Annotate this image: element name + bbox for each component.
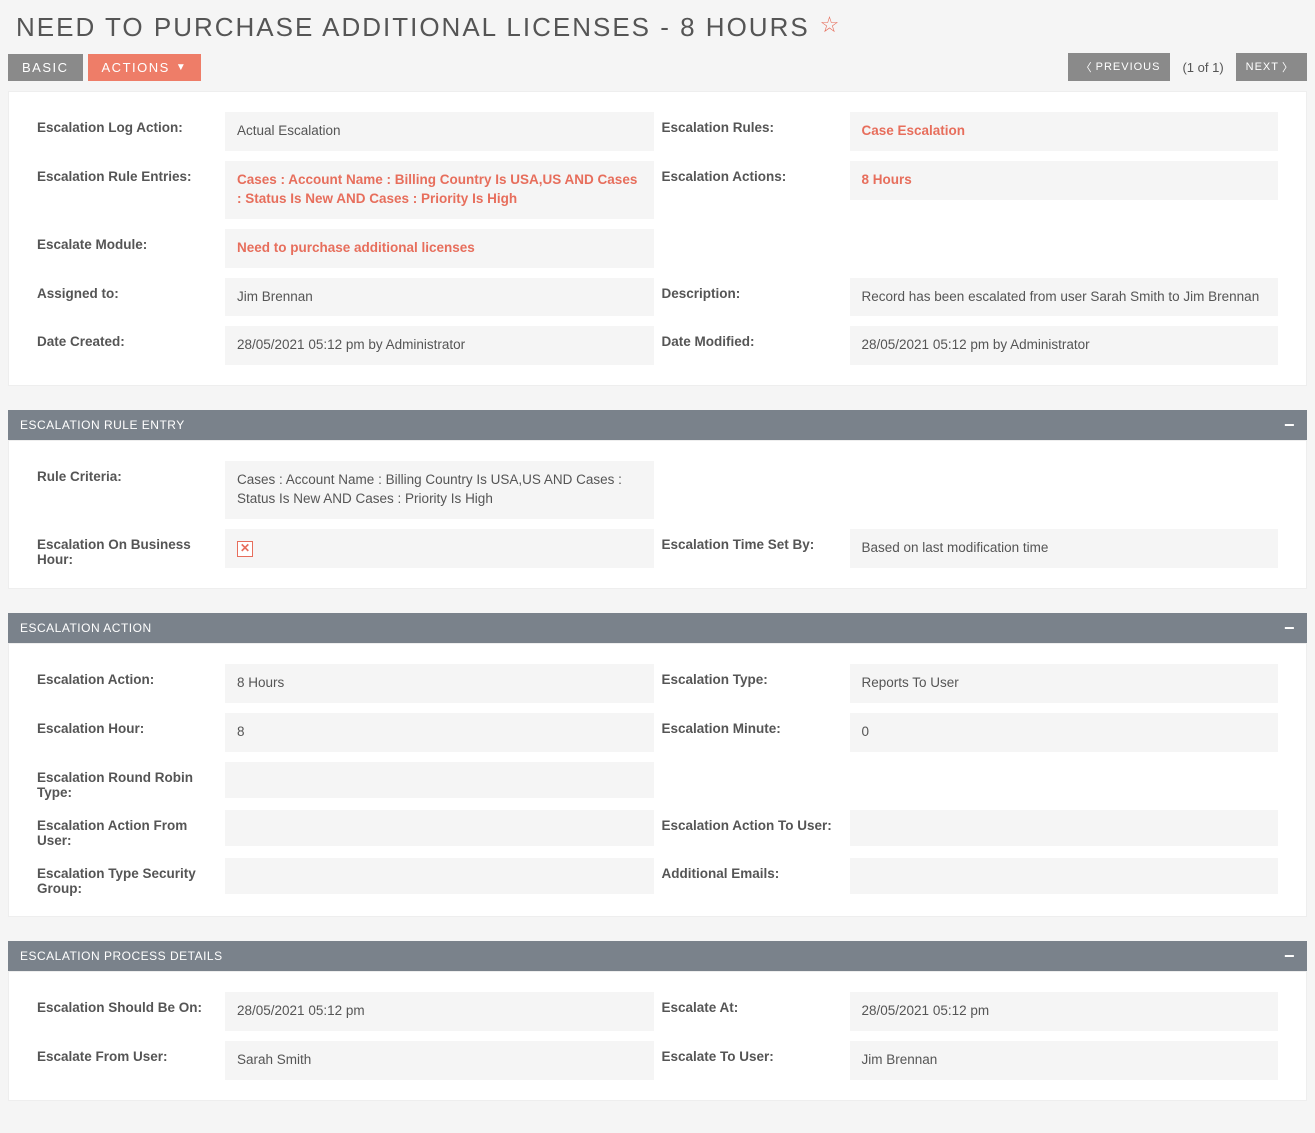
page-count: (1 of 1) [1182,60,1223,75]
label-assigned-to: Assigned to: [37,278,217,301]
label-escalate-module: Escalate Module: [37,229,217,252]
section-title-action: ESCALATION ACTION [20,621,152,635]
value-escalate-to-user: Jim Brennan [850,1041,1279,1080]
next-label: NEXT [1246,61,1279,73]
value-escalation-log-action: Actual Escalation [225,112,654,151]
label-escalate-at: Escalate At: [662,992,842,1015]
label-escalation-actions: Escalation Actions: [662,161,842,184]
actions-label: ACTIONS [102,60,170,75]
label-escalation-action-from-user: Escalation Action From User: [37,810,217,848]
rule-entry-panel: Rule Criteria: Cases : Account Name : Bi… [8,440,1307,589]
value-escalation-action: 8 Hours [225,664,654,703]
label-escalation-type-security-group: Escalation Type Security Group: [37,858,217,896]
label-escalation-minute: Escalation Minute: [662,713,842,736]
value-escalation-type: Reports To User [850,664,1279,703]
section-header-action[interactable]: ESCALATION ACTION − [8,613,1307,643]
value-description: Record has been escalated from user Sara… [850,278,1279,317]
value-escalation-minute: 0 [850,713,1279,752]
label-escalation-action: Escalation Action: [37,664,217,687]
label-escalation-log-action: Escalation Log Action: [37,112,217,135]
unchecked-box-icon: ✕ [237,541,253,557]
value-escalation-rules[interactable]: Case Escalation [850,112,1279,151]
chevron-left-icon: 〈 [1081,59,1093,75]
label-escalation-hour: Escalation Hour: [37,713,217,736]
value-escalation-hour: 8 [225,713,654,752]
section-title-process: ESCALATION PROCESS DETAILS [20,949,223,963]
value-escalation-round-robin-type [225,762,654,798]
action-panel: Escalation Action: 8 Hours Escalation Ty… [8,643,1307,917]
section-header-rule-entry[interactable]: ESCALATION RULE ENTRY − [8,410,1307,440]
label-escalation-on-business-hour: Escalation On Business Hour: [37,529,217,567]
process-panel: Escalation Should Be On: 28/05/2021 05:1… [8,971,1307,1101]
value-escalation-on-business-hour: ✕ [225,529,654,568]
label-additional-emails: Additional Emails: [662,858,842,881]
value-escalation-should-be-on: 28/05/2021 05:12 pm [225,992,654,1031]
label-escalation-type: Escalation Type: [662,664,842,687]
previous-label: PREVIOUS [1096,61,1161,73]
value-escalate-from-user: Sarah Smith [225,1041,654,1080]
section-header-process[interactable]: ESCALATION PROCESS DETAILS − [8,941,1307,971]
chevron-right-icon: 〉 [1282,59,1294,75]
next-button[interactable]: NEXT 〉 [1236,53,1307,81]
minus-icon: − [1284,420,1295,430]
label-escalation-rule-entries: Escalation Rule Entries: [37,161,217,184]
label-rule-criteria: Rule Criteria: [37,461,217,484]
minus-icon: − [1284,951,1295,961]
value-additional-emails [850,858,1279,894]
label-escalation-action-to-user: Escalation Action To User: [662,810,842,833]
section-title-rule-entry: ESCALATION RULE ENTRY [20,418,185,432]
value-date-created: 28/05/2021 05:12 pm by Administrator [225,326,654,365]
value-date-modified: 28/05/2021 05:12 pm by Administrator [850,326,1279,365]
label-description: Description: [662,278,842,301]
label-escalate-to-user: Escalate To User: [662,1041,842,1064]
favorite-star-icon[interactable]: ☆ [820,12,840,38]
value-escalation-time-set-by: Based on last modification time [850,529,1279,568]
page-title: NEED TO PURCHASE ADDITIONAL LICENSES - 8… [16,12,810,43]
main-panel: Escalation Log Action: Actual Escalation… [8,91,1307,386]
value-assigned-to: Jim Brennan [225,278,654,317]
label-date-modified: Date Modified: [662,326,842,349]
label-escalation-rules: Escalation Rules: [662,112,842,135]
label-escalation-should-be-on: Escalation Should Be On: [37,992,217,1015]
previous-button[interactable]: 〈 PREVIOUS [1068,53,1171,81]
actions-button[interactable]: ACTIONS ▼ [88,54,202,81]
label-escalation-round-robin-type: Escalation Round Robin Type: [37,762,217,800]
value-escalation-action-to-user [850,810,1279,846]
value-escalate-module[interactable]: Need to purchase additional licenses [225,229,654,268]
minus-icon: − [1284,623,1295,633]
value-escalation-rule-entries[interactable]: Cases : Account Name : Billing Country I… [225,161,654,219]
value-escalation-actions[interactable]: 8 Hours [850,161,1279,200]
value-escalate-at: 28/05/2021 05:12 pm [850,992,1279,1031]
value-escalation-action-from-user [225,810,654,846]
label-escalation-time-set-by: Escalation Time Set By: [662,529,842,552]
basic-button[interactable]: BASIC [8,54,83,81]
label-escalate-from-user: Escalate From User: [37,1041,217,1064]
caret-down-icon: ▼ [176,62,187,73]
value-escalation-type-security-group [225,858,654,894]
value-rule-criteria: Cases : Account Name : Billing Country I… [225,461,654,519]
label-date-created: Date Created: [37,326,217,349]
